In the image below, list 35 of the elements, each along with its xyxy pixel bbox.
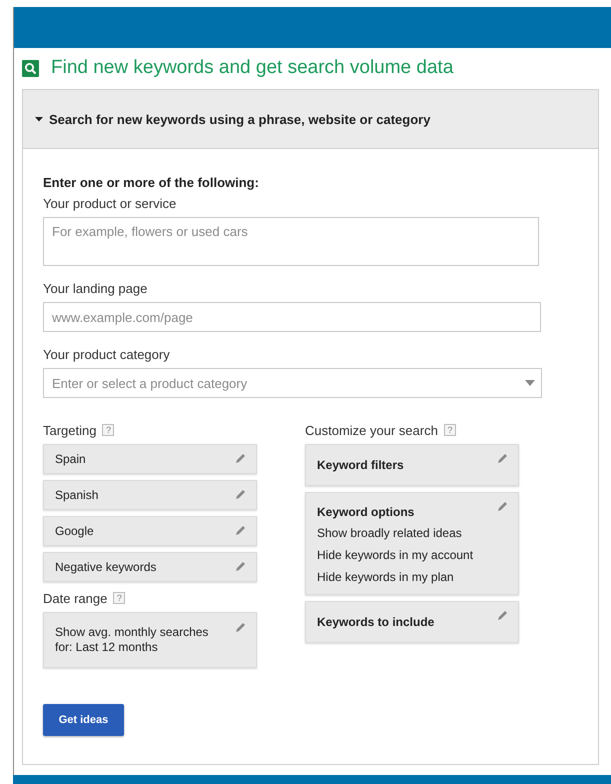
targeting-setting[interactable]: Spain xyxy=(43,444,257,474)
customize-setting[interactable]: Keyword filters xyxy=(305,444,519,486)
category-dropdown[interactable]: Enter or select a product category xyxy=(43,368,542,398)
pencil-icon[interactable] xyxy=(234,622,246,634)
tile-title: Keyword options xyxy=(317,505,416,520)
pencil-icon[interactable] xyxy=(496,610,508,622)
field-label: Your landing page xyxy=(43,281,148,297)
targeting-label: Targeting xyxy=(43,422,96,438)
get-ideas-button[interactable]: Get ideas xyxy=(43,704,124,736)
pencil-icon[interactable] xyxy=(234,525,246,537)
targeting-setting[interactable]: Negative keywords xyxy=(43,552,257,582)
pencil-icon[interactable] xyxy=(496,501,508,513)
field-label: Your product category xyxy=(43,347,171,363)
targeting-setting[interactable]: Spanish xyxy=(43,480,257,510)
search-icon xyxy=(22,60,39,76)
option-text: Show broadly related ideas xyxy=(317,525,463,542)
date-range-label: Date range xyxy=(43,590,108,606)
product-field[interactable]: For example, flowers or used cars xyxy=(43,217,539,266)
targeting-setting[interactable]: Google xyxy=(43,516,257,546)
pencil-icon[interactable] xyxy=(234,489,246,501)
section-header[interactable]: Search for new keywords using a phrase, website or category xyxy=(23,90,598,149)
intro-text: Enter one or more of the following: xyxy=(43,175,260,190)
pencil-icon[interactable] xyxy=(234,561,246,573)
customize-setting[interactable]: Keyword options Show broadly related ideas Hide keywords in my account Hide keywords in my plan xyxy=(305,492,519,595)
customize-setting[interactable]: Keywords to include xyxy=(305,601,519,643)
option-text: Hide keywords in my plan xyxy=(317,569,455,586)
pencil-icon[interactable] xyxy=(234,453,246,465)
pencil-icon[interactable] xyxy=(496,453,508,465)
field-label: Your product or service xyxy=(43,196,178,212)
page-title: Find new keywords and get search volume data xyxy=(51,57,454,79)
caret-icon xyxy=(525,380,535,386)
option-text: Hide keywords in my account xyxy=(317,547,474,564)
landing-page-field[interactable]: www.example.com/page xyxy=(43,302,541,332)
date-range-setting[interactable]: Show avg. monthly searches for: Last 12 months xyxy=(43,612,257,668)
customize-label: Customize your search xyxy=(305,422,438,438)
